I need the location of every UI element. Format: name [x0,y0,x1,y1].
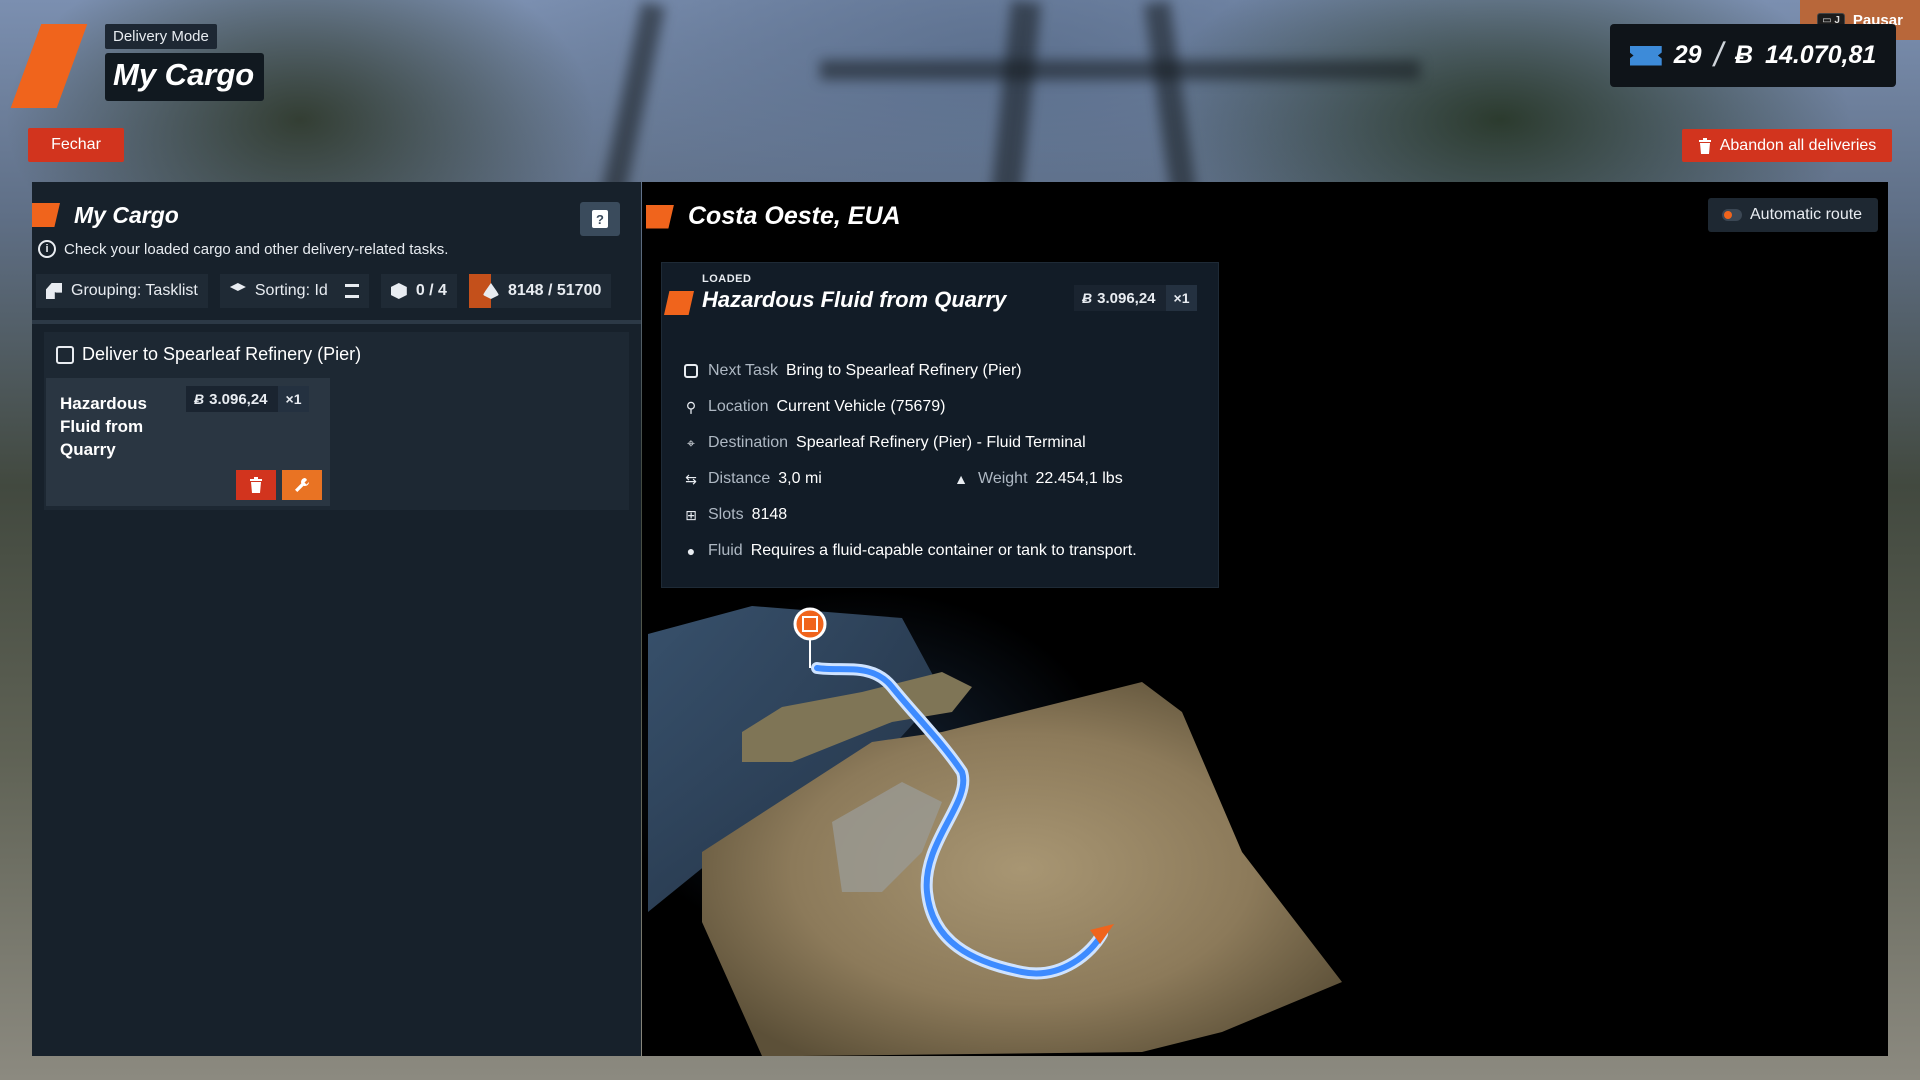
separator: / [1710,36,1727,74]
destination-value: Spearleaf Refinery (Pier) - Fluid Termin… [796,434,1086,451]
abandon-label: Abandon all deliveries [1719,136,1877,154]
next-task-value: Bring to Spearleaf Refinery (Pier) [785,362,1022,379]
attr-weight: ▲ Weight 22.454,1 lbs [952,470,1123,488]
cargo-price: 3.096,24 [209,390,268,408]
fluid-label: Fluid [708,542,743,559]
cargo-count: 0 / 4 [415,282,447,299]
ticket-icon [1629,45,1662,66]
slots-icon: ⊞ [685,506,697,523]
ticket-count: 29 [1673,41,1702,69]
location-label: Location [708,398,769,415]
next-task-label: Next Task [708,362,778,379]
cargo-name: Hazardous Fluid from Quarry [60,394,147,459]
fluid-capacity: 8148 / 51700 [507,282,602,299]
detail-title: Hazardous Fluid from Quarry [702,287,1007,312]
checkbox-icon [682,362,700,380]
auto-route-label: Automatic route [1750,206,1863,223]
currency-icon: Ƀ [194,391,205,407]
box-icon [390,283,407,299]
detail-price-chip: Ƀ 3.096,24 ×1 [1074,285,1198,311]
currency-icon: Ƀ [1082,290,1093,306]
attr-fluid: ● Fluid Requires a fluid-capable contain… [682,533,1137,569]
task-checkbox[interactable] [56,345,74,364]
wrench-icon [295,478,309,492]
trash-icon [1698,137,1711,154]
cargo-detail-card: LOADED Hazardous Fluid from Quarry Ƀ 3.09… [661,262,1219,588]
status-badge: LOADED [702,273,752,285]
region-header: Costa Oeste, EUA [646,202,901,231]
info-icon: i [38,240,56,258]
currency-icon: Ƀ [1734,41,1754,69]
abandon-all-button[interactable]: Abandon all deliveries [1682,129,1892,162]
trash-icon [250,477,262,493]
flag-icon [32,203,60,227]
slots-value: 8148 [751,506,788,523]
currency-display: 29 / Ƀ 14.070,81 [1610,24,1896,87]
manage-cargo-button[interactable] [282,470,322,500]
weight-icon: ▲ [954,471,968,487]
destination-label: Destination [708,434,789,451]
destination-pin-icon: ⌖ [687,434,695,451]
cargo-card[interactable]: Hazardous Fluid from Quarry Ƀ 3.096,24 ×1 [46,378,330,506]
grouping-label: Grouping: Tasklist [71,282,198,299]
fluid-value: Requires a fluid-capable container or ta… [750,542,1137,559]
automatic-route-toggle[interactable]: Automatic route [1708,198,1878,232]
task-group: Deliver to Spearleaf Refinery (Pier) Haz… [44,332,629,510]
map-panel: Costa Oeste, EUA Automatic route LOADED … [642,182,1888,1056]
distance-value: 3,0 mi [778,470,822,487]
route-map[interactable] [642,592,1402,1056]
cargo-panel-description: i Check your loaded cargo and other deli… [32,234,641,264]
close-button[interactable]: Fechar [28,128,124,162]
flag-icon [664,291,694,315]
map-svg[interactable] [642,592,1402,1056]
location-value: Current Vehicle (75679) [776,398,946,415]
slots-label: Slots [708,506,744,523]
weight-value: 22.454,1 lbs [1035,470,1123,487]
cargo-count-badge: 0 / 4 [380,274,457,308]
cargo-panel-title: My Cargo [74,201,179,228]
task-group-header[interactable]: Deliver to Spearleaf Refinery (Pier) [44,332,629,365]
cargo-panel: My Cargo ? i Check your loaded cargo and… [32,182,641,1056]
balance-value: 14.070,81 [1765,41,1877,69]
attr-location: ⚲ Location Current Vehicle (75679) [682,389,1137,425]
droplet-icon [482,283,499,299]
fluid-capacity-badge: 8148 / 51700 [468,274,612,308]
divider [32,320,641,324]
grouping-button[interactable]: Grouping: Tasklist [36,274,208,308]
layers-icon [229,283,246,291]
attr-next-task: Next Task Bring to Spearleaf Refinery (P… [682,353,1137,389]
help-icon: ? [592,210,608,228]
attr-destination: ⌖ Destination Spearleaf Refinery (Pier) … [682,425,1137,461]
distance-label: Distance [708,470,771,487]
sort-order-icon[interactable] [344,284,359,298]
cargo-toolbar: Grouping: Tasklist Sorting: Id 0 / 4 814… [32,272,641,310]
description-text: Check your loaded cargo and other delive… [64,240,449,258]
detail-price: 3.096,24 [1097,289,1156,307]
cargo-price-chip: Ƀ 3.096,24 ×1 [186,386,310,412]
toggle-icon [1722,209,1742,221]
region-title: Costa Oeste, EUA [688,202,901,230]
location-icon: ⚲ [685,398,697,415]
weight-label: Weight [978,470,1028,487]
task-group-title: Deliver to Spearleaf Refinery (Pier) [82,344,362,364]
detail-attributes: Next Task Bring to Spearleaf Refinery (P… [682,353,1137,569]
cargo-marker-icon [793,607,827,641]
sorting-label: Sorting: Id [254,282,328,299]
mode-label: Delivery Mode [105,24,217,49]
detail-qty: ×1 [1165,285,1198,311]
grouping-icon [46,283,62,299]
help-button[interactable]: ? [580,202,620,236]
attr-slots: ⊞ Slots 8148 [682,497,1137,533]
flag-icon [646,204,674,229]
delete-cargo-button[interactable] [236,470,276,500]
sorting-button[interactable]: Sorting: Id [219,274,369,308]
cargo-qty: ×1 [277,386,310,412]
cargo-panel-header: My Cargo [32,182,641,234]
page-title: My Cargo [105,53,265,101]
attr-distance-weight: ⇆ Distance 3,0 mi ▲ Weight 22.454,1 lbs [682,461,1137,497]
droplet-icon: ● [686,543,696,559]
route-icon: ⇆ [685,470,697,487]
